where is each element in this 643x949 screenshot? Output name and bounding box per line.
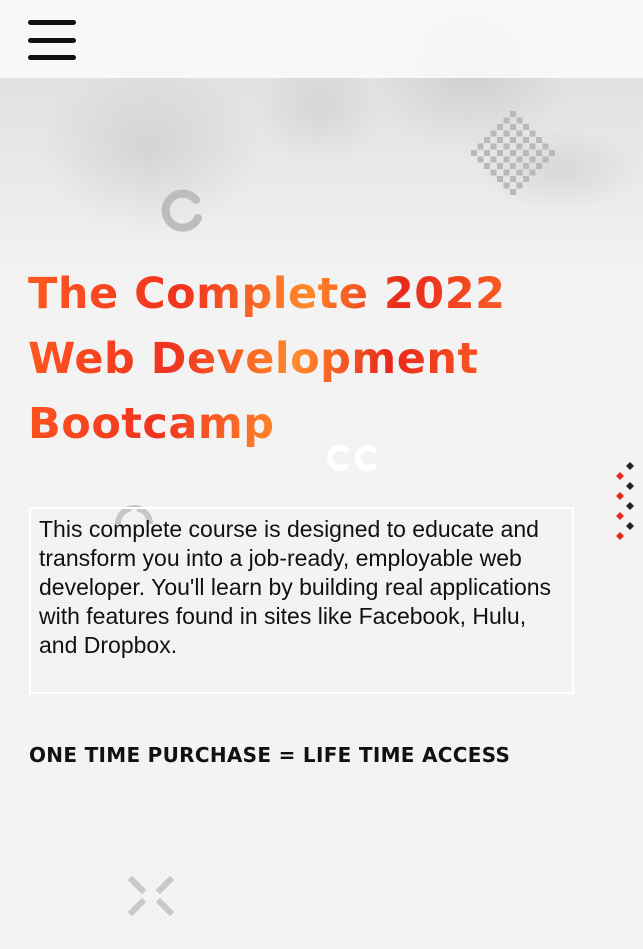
grid-cell [536, 137, 542, 143]
grid-cell [503, 143, 510, 150]
grid-cell [497, 137, 503, 143]
grid-cell [542, 143, 549, 150]
cross-arrows-icon [128, 876, 174, 916]
grid-cell [497, 124, 503, 130]
zigzag-mark [626, 482, 634, 490]
grid-cell [503, 182, 510, 189]
purchase-tagline: ONE TIME PURCHASE = LIFE TIME ACCESS [29, 743, 511, 767]
zigzag-mark [616, 492, 624, 500]
grid-cell [529, 169, 536, 176]
zigzag-mark [616, 472, 624, 480]
grid-cell [490, 130, 497, 137]
grid-cell [523, 163, 529, 169]
grid-cell [516, 143, 523, 150]
diamond-grid-icon [460, 105, 566, 201]
grid-cell [529, 156, 536, 163]
grid-cell [497, 163, 503, 169]
menu-line [28, 37, 76, 43]
grid-cell [516, 156, 523, 163]
grid-cell [510, 111, 516, 117]
zigzag-mark [626, 502, 634, 510]
grid-cell [484, 163, 490, 169]
title-line-2: Web Development [28, 334, 479, 384]
grid-cell [536, 150, 542, 156]
grid-cell [523, 137, 529, 143]
grid-cell [471, 150, 477, 156]
grid-cell [497, 150, 503, 156]
page-title: The Complete 2022 Web Development Bootca… [28, 262, 628, 457]
menu-line [28, 20, 76, 25]
grid-cell [516, 182, 523, 189]
grid-cell [523, 176, 529, 182]
grid-cell [497, 176, 503, 182]
grid-cell [516, 117, 523, 124]
zigzag-mark [626, 522, 634, 530]
grid-cell [503, 130, 510, 137]
title-line-3: Bootcamp [28, 399, 275, 449]
grid-cell [490, 143, 497, 150]
title-line-1: The Complete 2022 [28, 269, 506, 319]
course-description: This complete course is designed to educ… [39, 516, 552, 658]
grid-cell [510, 189, 516, 195]
grid-cell [523, 124, 529, 130]
grid-cell [503, 156, 510, 163]
ring-icon [158, 188, 208, 232]
grid-cell [523, 150, 529, 156]
grid-cell [516, 169, 523, 176]
grid-cell [477, 156, 484, 163]
zigzag-pattern-icon [610, 460, 643, 546]
grid-cell [510, 163, 516, 169]
zigzag-mark [626, 462, 634, 470]
grid-cell [484, 150, 490, 156]
grid-cell [536, 163, 542, 169]
grid-cell [529, 143, 536, 150]
grid-cell [503, 169, 510, 176]
grid-cell [510, 124, 516, 130]
course-description-box: This complete course is designed to educ… [29, 507, 574, 694]
zigzag-mark [616, 512, 624, 520]
grid-cell [510, 137, 516, 143]
grid-cell [503, 117, 510, 124]
grid-cell [529, 130, 536, 137]
top-bar [0, 0, 643, 78]
grid-cell [477, 143, 484, 150]
zigzag-mark [616, 532, 624, 540]
grid-cell [510, 176, 516, 182]
grid-cell [510, 150, 516, 156]
grid-cell [516, 130, 523, 137]
hamburger-menu-icon[interactable] [28, 20, 78, 60]
grid-cell [490, 156, 497, 163]
grid-cell [549, 150, 555, 156]
grid-cell [484, 137, 490, 143]
grid-cell [490, 169, 497, 176]
menu-line [28, 55, 76, 60]
grid-cell [542, 156, 549, 163]
